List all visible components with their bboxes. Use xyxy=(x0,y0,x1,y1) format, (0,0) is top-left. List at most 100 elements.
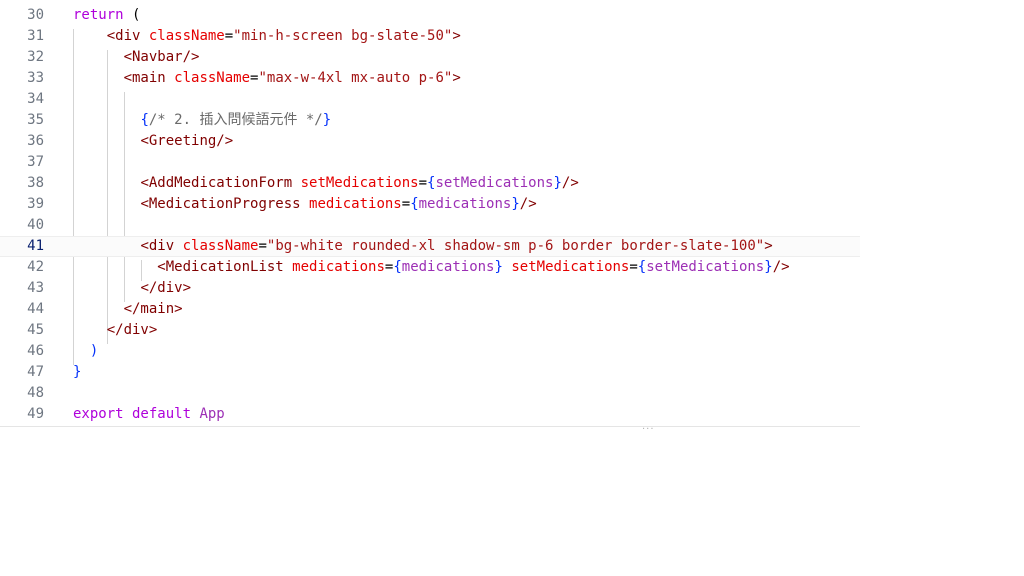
code-token: setMedications xyxy=(502,259,630,275)
code-line[interactable]: 31 <div className="min-h-screen bg-slate… xyxy=(0,26,860,47)
code-token: } xyxy=(494,259,503,275)
code-token: <MedicationList xyxy=(157,259,284,275)
code-line[interactable]: 39 <MedicationProgress medications={medi… xyxy=(0,194,860,215)
code-line[interactable]: 33 <main className="max-w-4xl mx-auto p-… xyxy=(0,68,860,89)
code-token: /> xyxy=(561,175,579,191)
line-number: 36 xyxy=(27,133,44,149)
code-token: <Greeting/> xyxy=(140,133,234,149)
code-line[interactable]: 34 xyxy=(0,89,860,110)
line-code: <div className="min-h-screen bg-slate-50… xyxy=(73,26,461,47)
code-line[interactable]: 37 xyxy=(0,152,860,173)
code-token: "min-h-screen bg-slate-50" xyxy=(233,28,453,44)
code-token: "max-w-4xl mx-auto p-6" xyxy=(258,70,453,86)
line-code: <Greeting/> xyxy=(73,131,233,152)
line-number: 39 xyxy=(27,196,44,212)
code-line[interactable]: 43 </div> xyxy=(0,278,860,299)
line-code: ) xyxy=(73,341,98,362)
code-token: medications xyxy=(300,196,402,212)
line-code: return ( xyxy=(73,5,140,26)
code-token: > xyxy=(452,28,461,44)
code-token: className xyxy=(165,70,251,86)
code-line[interactable]: 36 <Greeting/> xyxy=(0,131,860,152)
code-line[interactable]: 40 xyxy=(0,215,860,236)
line-number: 46 xyxy=(27,343,44,359)
code-token: App xyxy=(191,406,225,422)
code-token: medications xyxy=(283,259,385,275)
line-code: } xyxy=(73,362,81,383)
code-line[interactable]: 35 {/* 2. 插入問候語元件 */} xyxy=(0,110,860,131)
code-token: } xyxy=(764,259,773,275)
code-token: <AddMedicationForm xyxy=(140,175,293,191)
code-token: } xyxy=(553,175,562,191)
code-line[interactable]: 46 ) xyxy=(0,341,860,362)
code-line[interactable]: 49 export default App xyxy=(0,404,860,425)
code-token: } xyxy=(511,196,520,212)
code-token: medications xyxy=(401,259,495,275)
line-number: 47 xyxy=(27,364,44,380)
line-number: 38 xyxy=(27,175,44,191)
code-token: default xyxy=(123,406,192,422)
code-line[interactable]: 47} xyxy=(0,362,860,383)
code-token: medications xyxy=(418,196,512,212)
line-code: </div> xyxy=(73,278,191,299)
line-code: <div className="bg-white rounded-xl shad… xyxy=(73,237,772,256)
code-line[interactable]: 48 xyxy=(0,383,860,404)
code-token: = xyxy=(224,28,234,44)
code-token: export xyxy=(73,406,124,422)
code-token: = xyxy=(418,175,428,191)
code-token: } xyxy=(322,112,332,128)
code-line[interactable]: 42 <MedicationList medications={medicati… xyxy=(0,257,860,278)
code-token: className xyxy=(140,28,225,44)
code-token: <div xyxy=(140,238,175,254)
line-number: 37 xyxy=(27,154,44,170)
code-line[interactable]: 45 </div> xyxy=(0,320,860,341)
line-number: 42 xyxy=(27,259,44,275)
code-token: } xyxy=(73,364,82,380)
line-code: </div> xyxy=(73,320,158,341)
line-code: {/* 2. 插入問候語元件 */} xyxy=(73,110,331,131)
code-token: <MedicationProgress xyxy=(140,196,301,212)
code-token: { xyxy=(410,196,419,212)
code-token: { xyxy=(637,259,647,275)
line-number: 31 xyxy=(27,28,44,44)
line-number: 41 xyxy=(27,238,44,254)
code-editor[interactable]: ... 30 return (31 <div className="min-h-s… xyxy=(0,0,860,432)
code-token: <div xyxy=(106,28,141,44)
code-token: { xyxy=(393,259,402,275)
code-token: ) xyxy=(73,343,99,359)
line-number: 33 xyxy=(27,70,44,86)
code-token: return xyxy=(73,7,124,23)
line-number: 44 xyxy=(27,301,44,317)
code-token: </div> xyxy=(106,322,158,338)
code-line[interactable]: 44 </main> xyxy=(0,299,860,320)
code-line[interactable]: 32 <Navbar/> xyxy=(0,47,860,68)
code-token: <main xyxy=(123,70,166,86)
code-token: = xyxy=(629,259,638,275)
code-token: </div> xyxy=(140,280,192,296)
code-token: = xyxy=(258,238,267,254)
code-token: <Navbar/> xyxy=(123,49,200,65)
code-token: /> xyxy=(772,259,790,275)
line-code: <main className="max-w-4xl mx-auto p-6"> xyxy=(73,68,461,89)
code-line[interactable]: 41 <div className="bg-white rounded-xl s… xyxy=(0,236,860,257)
code-token: > xyxy=(452,70,461,86)
line-number: 49 xyxy=(27,406,44,422)
line-code: <MedicationList medications={medications… xyxy=(73,257,790,278)
code-line[interactable]: 38 <AddMedicationForm setMedications={se… xyxy=(0,173,860,194)
code-token: /> xyxy=(519,196,537,212)
code-line[interactable]: 30 return ( xyxy=(0,5,860,26)
code-token: "bg-white rounded-xl shadow-sm p-6 borde… xyxy=(266,238,765,254)
line-number: 43 xyxy=(27,280,44,296)
code-token: ( xyxy=(123,7,141,23)
code-token: setMedications xyxy=(435,175,554,191)
code-token: setMedications xyxy=(292,175,419,191)
